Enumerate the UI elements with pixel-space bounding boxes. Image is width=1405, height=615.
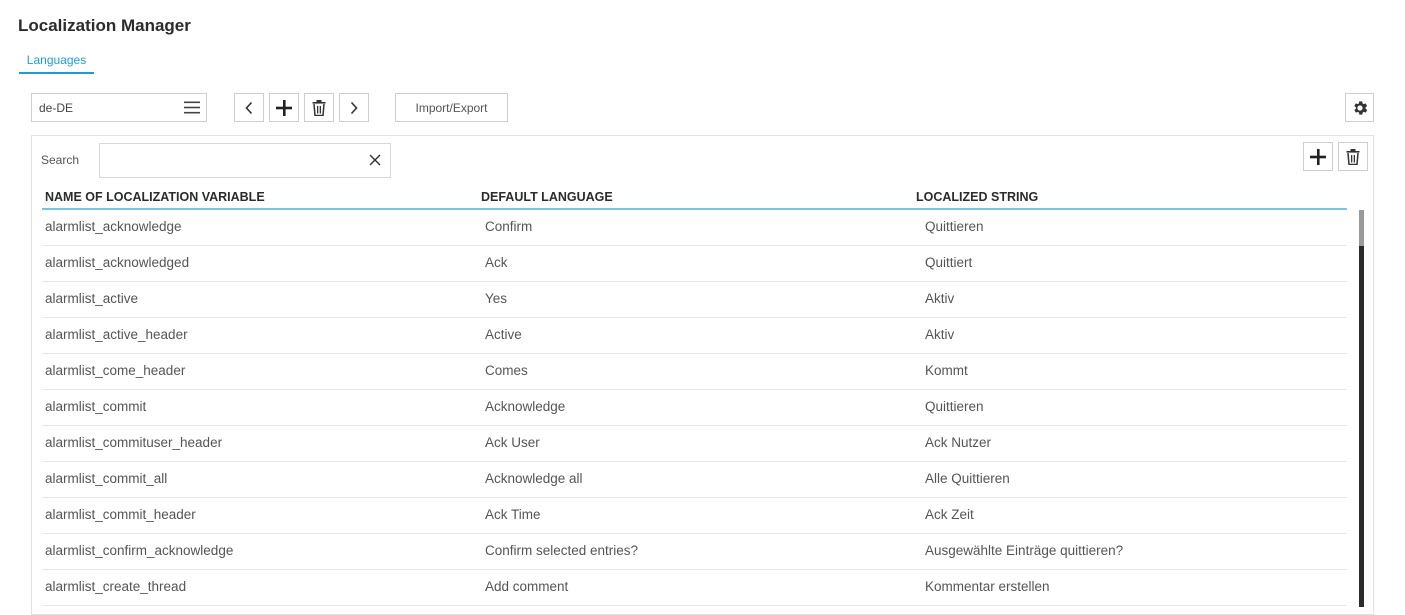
table-scrollbar[interactable] xyxy=(1359,210,1364,607)
table-row[interactable]: alarmlist_create_thread Add comment Komm… xyxy=(42,570,1347,606)
plus-icon xyxy=(1310,148,1326,165)
cell-localized-string: Kommt xyxy=(925,363,968,378)
cell-variable-name: alarmlist_acknowledge xyxy=(45,219,182,234)
cell-variable-name: alarmlist_commit_header xyxy=(45,507,196,522)
column-header-default-language[interactable]: DEFAULT LANGUAGE xyxy=(481,190,613,204)
cell-localized-string: Quittiert xyxy=(925,255,973,270)
table-row[interactable]: alarmlist_commit_all Acknowledge all All… xyxy=(42,462,1347,498)
cell-variable-name: alarmlist_active xyxy=(45,291,139,306)
table-row[interactable]: alarmlist_come_header Comes Kommt xyxy=(42,354,1347,390)
trash-icon xyxy=(1346,148,1360,165)
cell-default-language: Ack xyxy=(485,255,508,270)
cell-localized-string: Aktiv xyxy=(925,327,955,342)
plus-icon xyxy=(276,99,292,116)
table-row[interactable]: alarmlist_active_header Active Aktiv xyxy=(42,318,1347,354)
table-body: alarmlist_acknowledge Confirm Quittieren… xyxy=(42,210,1347,606)
cell-default-language: Ack Time xyxy=(485,507,541,522)
cell-default-language: Acknowledge all xyxy=(485,471,583,486)
trash-icon xyxy=(312,99,326,116)
add-language-button[interactable] xyxy=(269,93,299,122)
cell-localized-string: Kommentar erstellen xyxy=(925,579,1050,594)
cell-localized-string: Ausgewählte Einträge quittieren? xyxy=(925,543,1124,558)
cell-variable-name: alarmlist_acknowledged xyxy=(45,255,190,270)
cell-default-language: Active xyxy=(485,327,522,342)
cell-variable-name: alarmlist_create_thread xyxy=(45,579,187,594)
menu-icon[interactable] xyxy=(184,101,200,114)
column-header-variable-name[interactable]: NAME OF LOCALIZATION VARIABLE xyxy=(45,190,265,204)
page-title: Localization Manager xyxy=(18,16,191,35)
search-label: Search xyxy=(41,153,80,167)
table-row[interactable]: alarmlist_active Yes Aktiv xyxy=(42,282,1347,318)
cell-variable-name: alarmlist_commit xyxy=(45,399,147,414)
table-row[interactable]: alarmlist_acknowledge Confirm Quittieren xyxy=(42,210,1347,246)
chevron-left-icon xyxy=(244,101,254,115)
search-clear-button[interactable] xyxy=(369,154,381,166)
previous-button[interactable] xyxy=(234,93,264,122)
chevron-right-icon xyxy=(349,101,359,115)
language-select[interactable]: de-DE xyxy=(31,93,207,122)
cell-variable-name: alarmlist_commituser_header xyxy=(45,435,223,450)
cell-variable-name: alarmlist_confirm_acknowledge xyxy=(45,543,234,558)
column-header-localized-string[interactable]: LOCALIZED STRING xyxy=(916,190,1038,204)
search-box xyxy=(99,143,391,178)
cell-localized-string: Aktiv xyxy=(925,291,955,306)
next-button[interactable] xyxy=(339,93,369,122)
table-header: NAME OF LOCALIZATION VARIABLE DEFAULT LA… xyxy=(42,187,1347,210)
table-row[interactable]: alarmlist_acknowledged Ack Quittiert xyxy=(42,246,1347,282)
table-row[interactable]: alarmlist_commituser_header Ack User Ack… xyxy=(42,426,1347,462)
cell-default-language: Comes xyxy=(485,363,528,378)
gear-icon xyxy=(1351,99,1369,117)
cell-default-language: Yes xyxy=(485,291,508,306)
add-string-button[interactable] xyxy=(1303,142,1333,171)
close-icon xyxy=(369,154,381,166)
cell-default-language: Confirm xyxy=(485,219,533,234)
cell-variable-name: alarmlist_come_header xyxy=(45,363,186,378)
cell-default-language: Ack User xyxy=(485,435,540,450)
cell-localized-string: Quittieren xyxy=(925,219,984,234)
cell-variable-name: alarmlist_commit_all xyxy=(45,471,168,486)
cell-default-language: Confirm selected entries? xyxy=(485,543,639,558)
import-export-button[interactable]: Import/Export xyxy=(395,93,508,122)
cell-localized-string: Ack Zeit xyxy=(925,507,974,522)
search-input[interactable] xyxy=(100,144,360,177)
language-select-value: de-DE xyxy=(39,100,74,115)
cell-default-language: Acknowledge xyxy=(485,399,566,414)
scrollbar-thumb[interactable] xyxy=(1359,210,1364,246)
cell-localized-string: Alle Quittieren xyxy=(925,471,1010,486)
cell-localized-string: Ack Nutzer xyxy=(925,435,992,450)
cell-variable-name: alarmlist_active_header xyxy=(45,327,188,342)
settings-button[interactable] xyxy=(1345,93,1374,122)
tab-languages[interactable]: Languages xyxy=(19,53,94,74)
table-row[interactable]: alarmlist_commit Acknowledge Quittieren xyxy=(42,390,1347,426)
cell-default-language: Add comment xyxy=(485,579,569,594)
table-row[interactable]: alarmlist_confirm_acknowledge Confirm se… xyxy=(42,534,1347,570)
delete-string-button[interactable] xyxy=(1338,142,1368,171)
table-row[interactable]: alarmlist_commit_header Ack Time Ack Zei… xyxy=(42,498,1347,534)
cell-localized-string: Quittieren xyxy=(925,399,984,414)
delete-language-button[interactable] xyxy=(304,93,334,122)
